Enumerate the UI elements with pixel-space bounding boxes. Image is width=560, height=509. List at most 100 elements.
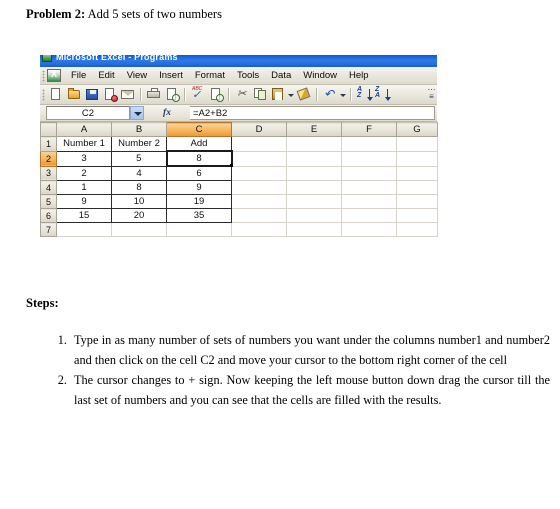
- cell-a1[interactable]: Number 1: [56, 136, 112, 152]
- row-header-5[interactable]: 5: [40, 194, 57, 209]
- print-icon[interactable]: [146, 87, 162, 102]
- cell-c3[interactable]: 6: [166, 165, 232, 181]
- cell-a7[interactable]: [56, 222, 112, 237]
- column-header-b[interactable]: B: [111, 122, 167, 137]
- row-header-1[interactable]: 1: [40, 136, 57, 152]
- row-header-3[interactable]: 3: [40, 165, 57, 181]
- cell-d1[interactable]: [231, 136, 287, 152]
- menu-item-window[interactable]: Window: [297, 69, 343, 82]
- permission-icon[interactable]: [102, 87, 118, 102]
- menu-item-edit[interactable]: Edit: [92, 69, 120, 82]
- cell-e2[interactable]: [286, 150, 342, 167]
- cell-b6[interactable]: 20: [111, 208, 167, 223]
- cell-e4[interactable]: [286, 180, 342, 195]
- menu-bar-grip[interactable]: [42, 69, 45, 82]
- sheet-table: A B C D E F G 1 Number 1 Number 2 Add 2: [40, 122, 438, 237]
- cell-b5[interactable]: 10: [111, 194, 167, 209]
- menu-item-insert[interactable]: Insert: [153, 69, 189, 82]
- cell-b3[interactable]: 4: [111, 165, 167, 181]
- row-header-6[interactable]: 6: [40, 208, 57, 223]
- cell-g1[interactable]: [396, 136, 438, 152]
- cell-b4[interactable]: 8: [111, 180, 167, 195]
- name-box[interactable]: C2: [46, 106, 130, 120]
- cell-g7[interactable]: [396, 222, 438, 237]
- menu-item-tools[interactable]: Tools: [231, 69, 265, 82]
- cell-a3[interactable]: 2: [56, 165, 112, 181]
- cell-g6[interactable]: [396, 208, 438, 223]
- column-header-e[interactable]: E: [286, 122, 342, 137]
- cell-e5[interactable]: [286, 194, 342, 209]
- sort-descending-icon[interactable]: ZA: [374, 86, 390, 102]
- cell-f7[interactable]: [341, 222, 397, 237]
- save-icon[interactable]: [84, 87, 100, 102]
- row-header-2[interactable]: 2: [40, 150, 57, 167]
- toolbar-options-icon[interactable]: ⋯ ≡: [427, 86, 436, 102]
- cell-g4[interactable]: [396, 180, 438, 195]
- cell-d6[interactable]: [231, 208, 287, 223]
- cell-f5[interactable]: [341, 194, 397, 209]
- cell-f1[interactable]: [341, 136, 397, 152]
- email-icon[interactable]: [120, 87, 136, 102]
- cell-d7[interactable]: [231, 222, 287, 237]
- cell-c4[interactable]: 9: [166, 180, 232, 195]
- cell-g2[interactable]: [396, 150, 438, 167]
- cell-c2[interactable]: 8: [165, 150, 233, 167]
- cell-f2[interactable]: [341, 150, 397, 167]
- menu-item-view[interactable]: View: [121, 69, 153, 82]
- cell-e1[interactable]: [286, 136, 342, 152]
- cell-e6[interactable]: [286, 208, 342, 223]
- cell-a6[interactable]: 15: [56, 208, 112, 223]
- column-header-f[interactable]: F: [341, 122, 397, 137]
- cell-a2[interactable]: 3: [56, 150, 112, 167]
- undo-icon[interactable]: ↶: [322, 87, 338, 102]
- column-header-c[interactable]: C: [166, 122, 232, 137]
- fill-handle[interactable]: [229, 164, 233, 167]
- format-painter-icon[interactable]: [296, 87, 312, 102]
- cell-c6[interactable]: 35: [166, 208, 232, 223]
- cell-g5[interactable]: [396, 194, 438, 209]
- cell-f4[interactable]: [341, 180, 397, 195]
- select-all-corner[interactable]: [40, 122, 57, 137]
- paste-icon[interactable]: [270, 87, 286, 102]
- sort-ascending-icon[interactable]: AZ: [356, 86, 372, 102]
- menu-item-file[interactable]: File: [65, 69, 92, 82]
- spelling-icon[interactable]: ABC ✓: [190, 86, 206, 102]
- row-header-4[interactable]: 4: [40, 180, 57, 195]
- insert-function-icon[interactable]: fx: [144, 105, 190, 121]
- cell-b7[interactable]: [111, 222, 167, 237]
- cell-e3[interactable]: [286, 165, 342, 181]
- cell-a4[interactable]: 1: [56, 180, 112, 195]
- paste-dropdown-arrow-icon[interactable]: [287, 88, 294, 102]
- cell-c7[interactable]: [166, 222, 232, 237]
- column-header-g[interactable]: G: [396, 122, 438, 137]
- cut-icon[interactable]: ✂: [234, 87, 250, 102]
- menu-item-data[interactable]: Data: [265, 69, 297, 82]
- menu-item-format[interactable]: Format: [189, 69, 231, 82]
- cell-c1[interactable]: Add: [166, 136, 232, 152]
- undo-dropdown-arrow-icon[interactable]: [339, 88, 346, 102]
- cell-b1[interactable]: Number 2: [111, 136, 167, 152]
- cell-d3[interactable]: [231, 165, 287, 181]
- column-header-a[interactable]: A: [56, 122, 112, 137]
- toolbar-grip[interactable]: [42, 88, 45, 101]
- menu-item-help[interactable]: Help: [343, 69, 375, 82]
- cell-a5[interactable]: 9: [56, 194, 112, 209]
- cell-b2[interactable]: 5: [111, 150, 167, 167]
- new-icon[interactable]: [48, 87, 64, 102]
- print-preview-icon[interactable]: [164, 87, 180, 102]
- cell-g3[interactable]: [396, 165, 438, 181]
- cell-c5[interactable]: 19: [166, 194, 232, 209]
- cell-e7[interactable]: [286, 222, 342, 237]
- cell-d5[interactable]: [231, 194, 287, 209]
- column-header-d[interactable]: D: [231, 122, 287, 137]
- row-header-7[interactable]: 7: [40, 222, 57, 237]
- cell-f3[interactable]: [341, 165, 397, 181]
- formula-input[interactable]: =A2+B2: [190, 106, 435, 120]
- open-icon[interactable]: [66, 87, 82, 102]
- research-icon[interactable]: [208, 87, 224, 102]
- copy-icon[interactable]: [252, 87, 268, 102]
- name-box-dropdown-icon[interactable]: [130, 106, 144, 120]
- cell-d2[interactable]: [231, 150, 287, 167]
- cell-d4[interactable]: [231, 180, 287, 195]
- cell-f6[interactable]: [341, 208, 397, 223]
